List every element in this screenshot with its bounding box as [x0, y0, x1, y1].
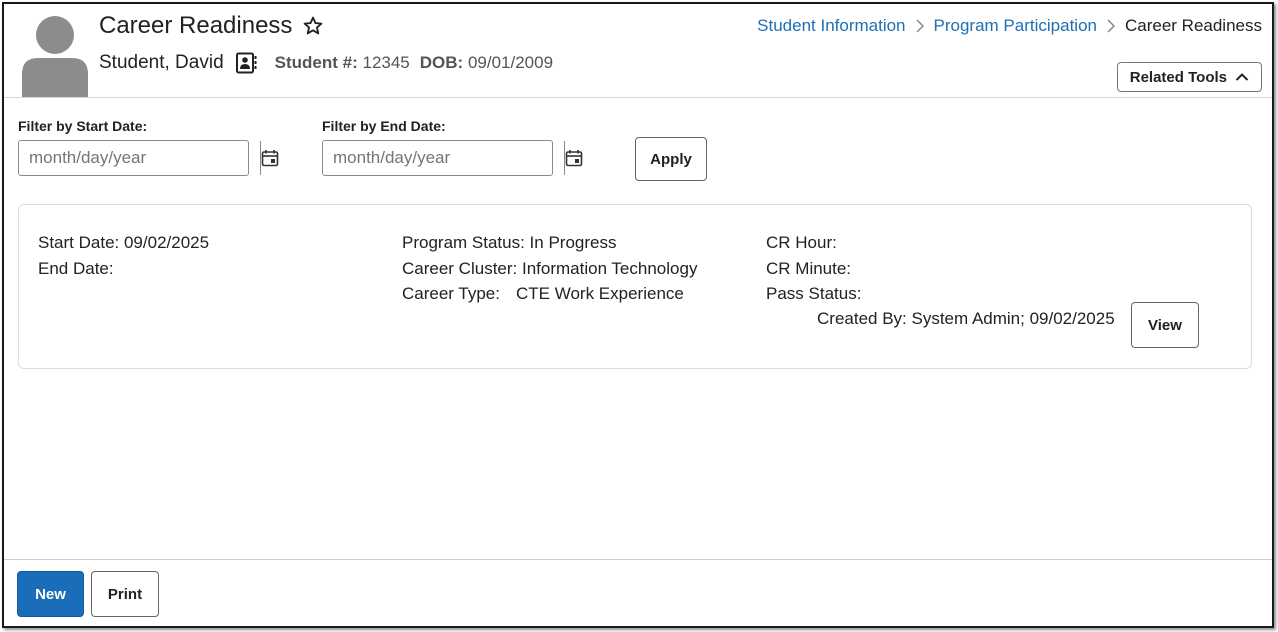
breadcrumb-student-information[interactable]: Student Information: [757, 16, 905, 36]
cr-hour: CR Hour:: [766, 233, 837, 252]
career-type-value: CTE Work Experience: [516, 284, 684, 303]
start-date-calendar-button[interactable]: [260, 141, 279, 175]
print-button[interactable]: Print: [91, 571, 159, 617]
breadcrumb-career-readiness: Career Readiness: [1124, 16, 1262, 35]
calendar-icon: [261, 150, 279, 167]
page-title: Career Readiness: [99, 12, 324, 40]
end-date-value: End Date:: [38, 259, 114, 278]
start-date-label: Filter by Start Date:: [18, 118, 148, 134]
student-info: Student, David Student #: 12345 DOB: 09/…: [99, 52, 553, 74]
related-tools-label: Related Tools: [1129, 68, 1227, 86]
created-by: Created By: System Admin; 09/02/2025: [817, 309, 1115, 328]
start-date-field: [18, 140, 279, 176]
career-type-label: Career Type:: [402, 284, 500, 303]
career-cluster: Career Cluster: Information Technology: [402, 259, 698, 278]
app-window: Career Readiness Student, David Student …: [2, 2, 1274, 628]
career-readiness-record: Start Date: 09/02/2025 End Date: Program…: [18, 204, 1252, 369]
start-date-value: Start Date: 09/02/2025: [38, 233, 210, 252]
star-icon[interactable]: [302, 15, 324, 37]
student-dob: DOB: 09/01/2009: [419, 53, 554, 72]
avatar-icon: [22, 16, 88, 98]
student-number: Student #: 12345: [274, 53, 410, 72]
page-title-text: Career Readiness: [99, 12, 293, 39]
view-button[interactable]: View: [1131, 302, 1199, 348]
apply-button[interactable]: Apply: [635, 137, 707, 181]
cr-minute: CR Minute:: [766, 259, 852, 278]
chevron-right-icon: [915, 19, 924, 33]
start-date-input[interactable]: [19, 141, 260, 175]
id-card-icon[interactable]: [235, 52, 257, 74]
breadcrumb: Student Information Program Participatio…: [757, 16, 1262, 36]
end-date-calendar-button[interactable]: [564, 141, 583, 175]
student-name: Student, David: [99, 52, 224, 73]
new-button[interactable]: New: [17, 571, 84, 617]
end-date-label: Filter by End Date:: [322, 118, 446, 134]
chevron-right-icon: [1107, 19, 1116, 33]
end-date-input[interactable]: [323, 141, 564, 175]
chevron-up-icon: [1235, 73, 1249, 81]
footer-divider: [4, 559, 1272, 560]
breadcrumb-program-participation[interactable]: Program Participation: [934, 16, 1097, 36]
header-divider: [4, 97, 1272, 98]
end-date-field: [322, 140, 583, 176]
related-tools-button[interactable]: Related Tools: [1116, 62, 1262, 92]
calendar-icon: [565, 150, 583, 167]
pass-status: Pass Status:: [766, 284, 862, 303]
program-status: Program Status: In Progress: [402, 233, 617, 252]
